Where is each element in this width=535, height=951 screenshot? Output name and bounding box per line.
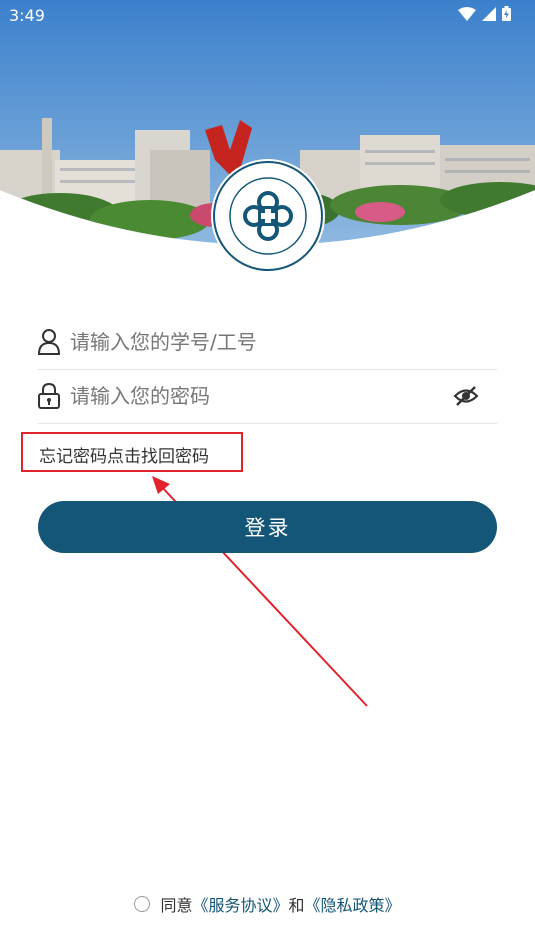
forgot-password-link[interactable]: 忘记密码点击找回密码 <box>39 442 209 467</box>
agreement-row: 同意 《服务协议》 和 《隐私政策》 <box>0 892 535 916</box>
wifi-icon <box>458 6 476 21</box>
agree-radio[interactable] <box>134 896 151 912</box>
lock-icon <box>38 383 60 409</box>
student-id-input[interactable] <box>68 323 452 361</box>
agree-text: 同意 <box>160 896 193 915</box>
college-logo <box>211 159 325 273</box>
id-field <box>38 315 497 370</box>
status-bar: 3:49 <box>0 0 535 30</box>
battery-charging-icon <box>502 6 511 21</box>
and-text: 和 <box>288 896 305 915</box>
password-input[interactable] <box>68 377 452 415</box>
login-button[interactable]: 登录 <box>38 501 497 553</box>
signal-icon <box>482 6 496 21</box>
user-icon <box>38 329 60 355</box>
status-time: 3:49 <box>9 6 45 25</box>
hide-password-icon[interactable] <box>453 383 479 409</box>
service-terms-link[interactable]: 《服务协议》 <box>192 892 288 916</box>
forgot-password-highlight: 忘记密码点击找回密码 <box>21 432 243 472</box>
status-icons <box>458 6 511 21</box>
privacy-policy-link[interactable]: 《隐私政策》 <box>305 892 401 916</box>
password-field <box>38 369 497 424</box>
